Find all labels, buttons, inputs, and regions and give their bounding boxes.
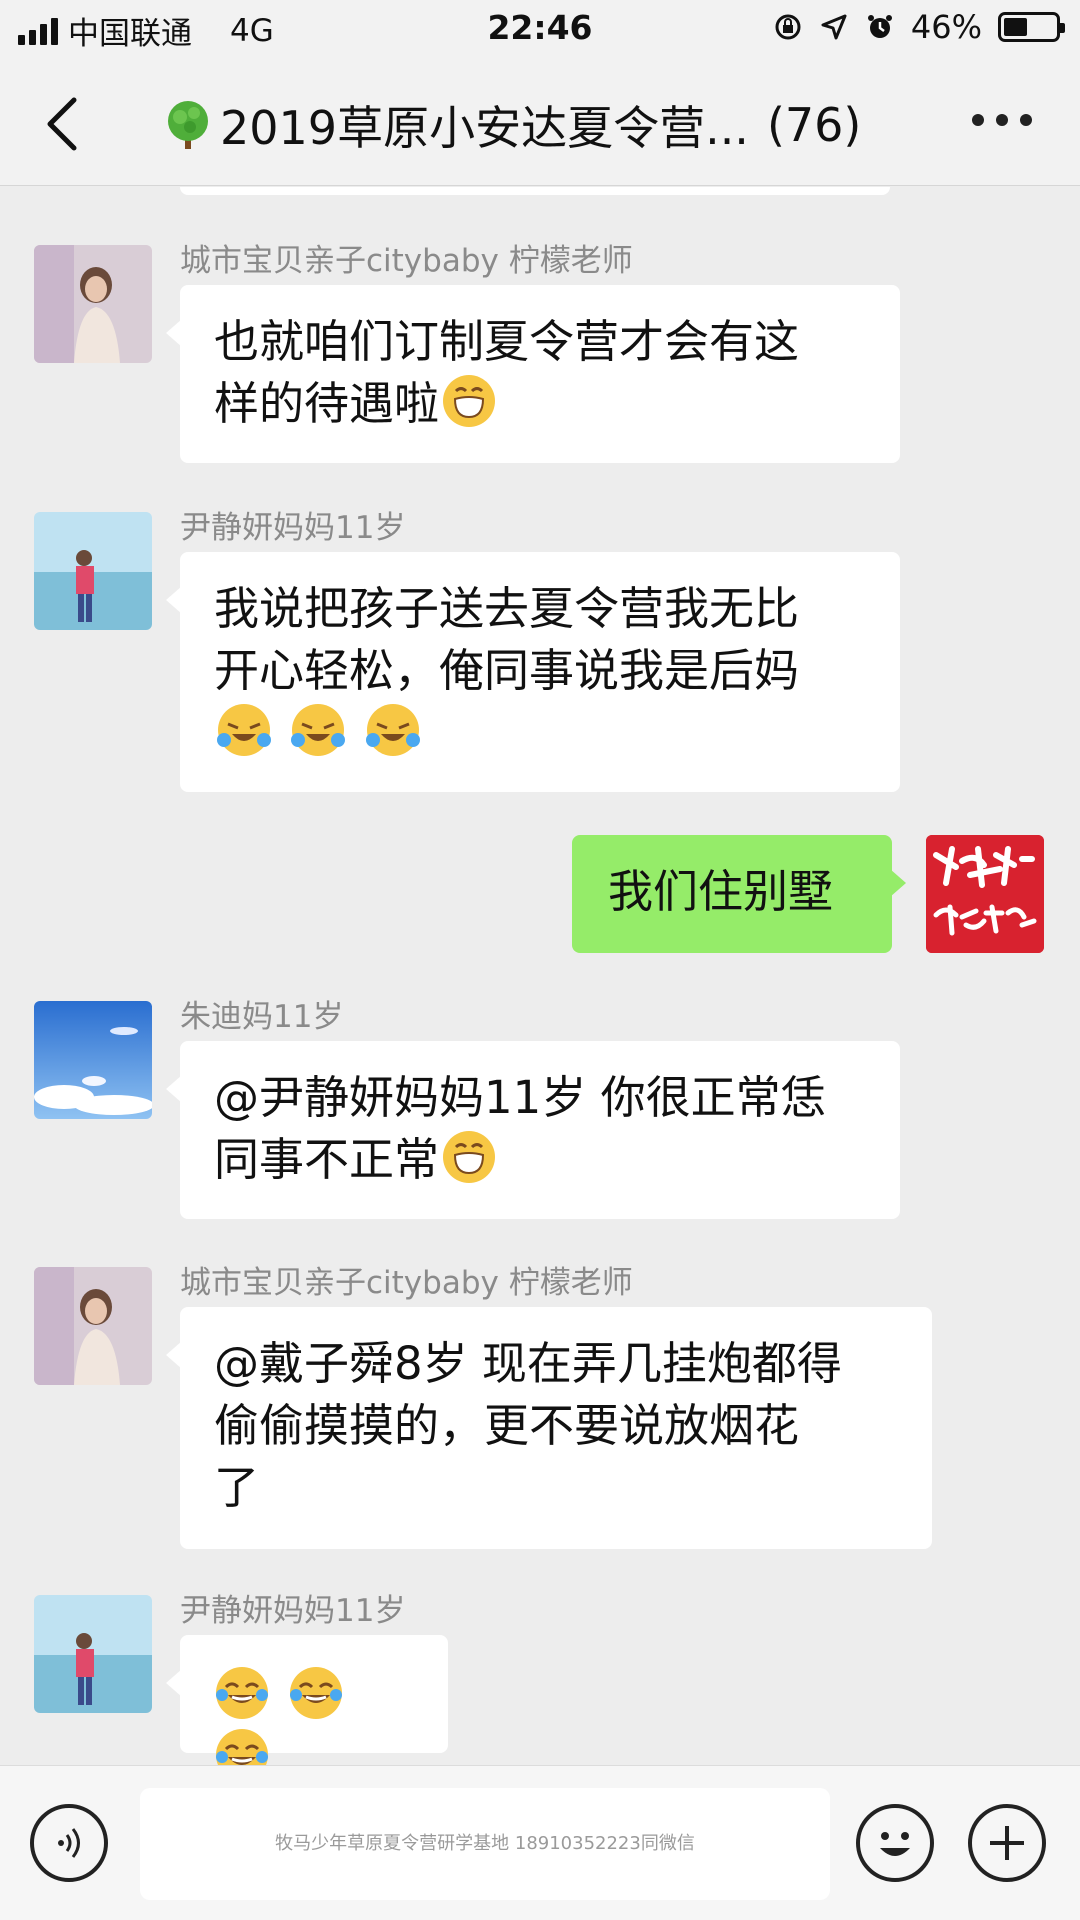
smiley-icon: [880, 1832, 910, 1856]
avatar-self[interactable]: [926, 835, 1044, 953]
avatar[interactable]: [34, 1001, 152, 1119]
message-input[interactable]: 牧马少年草原夏令营研学基地 18910352223同微信: [140, 1788, 830, 1900]
avatar[interactable]: [34, 1267, 152, 1385]
chat-title: 2019草原小安达夏令营... (76): [160, 92, 920, 158]
tears-of-joy-emoji-icon: [290, 1667, 343, 1719]
sender-name: 尹静妍妈妈11岁: [180, 1593, 406, 1629]
more-functions-button[interactable]: [968, 1804, 1046, 1882]
status-bar: 中国联通 4G 22:46 46%: [0, 0, 1080, 58]
message-line: 偷偷摸摸的，更不要说放烟花: [214, 1399, 800, 1452]
message-bubble[interactable]: [166, 1635, 448, 1781]
location-icon: [821, 14, 847, 40]
grinning-emoji-icon: [443, 1131, 496, 1183]
message-bubble[interactable]: @尹静妍妈妈11岁 你很正常恁 同事不正常: [166, 1041, 900, 1219]
plus-icon: [990, 1826, 1024, 1860]
emoji-button[interactable]: [856, 1804, 934, 1882]
battery-percent: 46%: [910, 8, 982, 46]
sender-name: 朱迪妈11岁: [180, 999, 344, 1035]
sender-name: 尹静妍妈妈11岁: [180, 510, 406, 546]
avatar[interactable]: [34, 245, 152, 363]
crying-laughing-emoji-icon: [217, 704, 271, 756]
message-list[interactable]: 城市宝贝亲子citybaby 柠檬老师 也就咱们订制夏令营才会有这 样的待遇啦 …: [0, 187, 1080, 1781]
message-bubble[interactable]: @戴子舜8岁 现在弄几挂炮都得 偷偷摸摸的，更不要说放烟花 了: [166, 1307, 932, 1549]
more-options-icon[interactable]: [972, 108, 1032, 132]
chat-title-text: 2019草原小安达夏令营...: [220, 101, 749, 155]
tears-of-joy-emoji-icon: [216, 1667, 268, 1719]
self-avatar-logo: [926, 835, 1044, 953]
back-arrow-icon[interactable]: [38, 94, 88, 154]
avatar[interactable]: [34, 512, 152, 630]
message-text: 我们住别墅: [608, 865, 834, 918]
chat-header: 2019草原小安达夏令营... (76): [0, 58, 1080, 186]
orientation-lock-icon: [775, 14, 801, 40]
message-line: @尹静妍妈妈11岁 你很正常恁: [214, 1071, 826, 1124]
crying-laughing-emoji-icon: [291, 704, 346, 756]
message-bubble[interactable]: 也就咱们订制夏令营才会有这 样的待遇啦: [166, 285, 900, 463]
grinning-emoji-icon: [443, 375, 496, 427]
message-bubble[interactable]: 我们住别墅: [572, 835, 906, 953]
voice-input-button[interactable]: [30, 1804, 108, 1882]
message-bubble[interactable]: 我说把孩子送去夏令营我无比 开心轻松，俺同事说我是后妈: [166, 552, 900, 792]
message-line: 了: [214, 1461, 260, 1514]
avatar[interactable]: [34, 1595, 152, 1713]
input-bar: 牧马少年草原夏令营研学基地 18910352223同微信: [0, 1765, 1080, 1920]
sender-name: 城市宝贝亲子citybaby 柠檬老师: [180, 243, 633, 279]
tree-emoji-icon: [168, 101, 208, 149]
message-line: 我说把孩子送去夏令营我无比: [214, 582, 800, 635]
crying-laughing-emoji-icon: [365, 704, 420, 756]
message-line: 开心轻松，俺同事说我是后妈: [214, 644, 800, 697]
voice-icon: [58, 1828, 80, 1858]
message-line: 也就咱们订制夏令营才会有这: [214, 315, 800, 368]
member-count: (76): [766, 98, 862, 152]
battery-icon: [998, 12, 1065, 42]
alarm-icon: [867, 15, 892, 38]
sender-name: 城市宝贝亲子citybaby 柠檬老师: [180, 1265, 633, 1301]
message-line: @戴子舜8岁 现在弄几挂炮都得: [214, 1337, 842, 1390]
message-line: 同事不正常: [214, 1133, 440, 1186]
previous-message-bubble: [180, 187, 890, 195]
message-line: 样的待遇啦: [214, 377, 440, 430]
